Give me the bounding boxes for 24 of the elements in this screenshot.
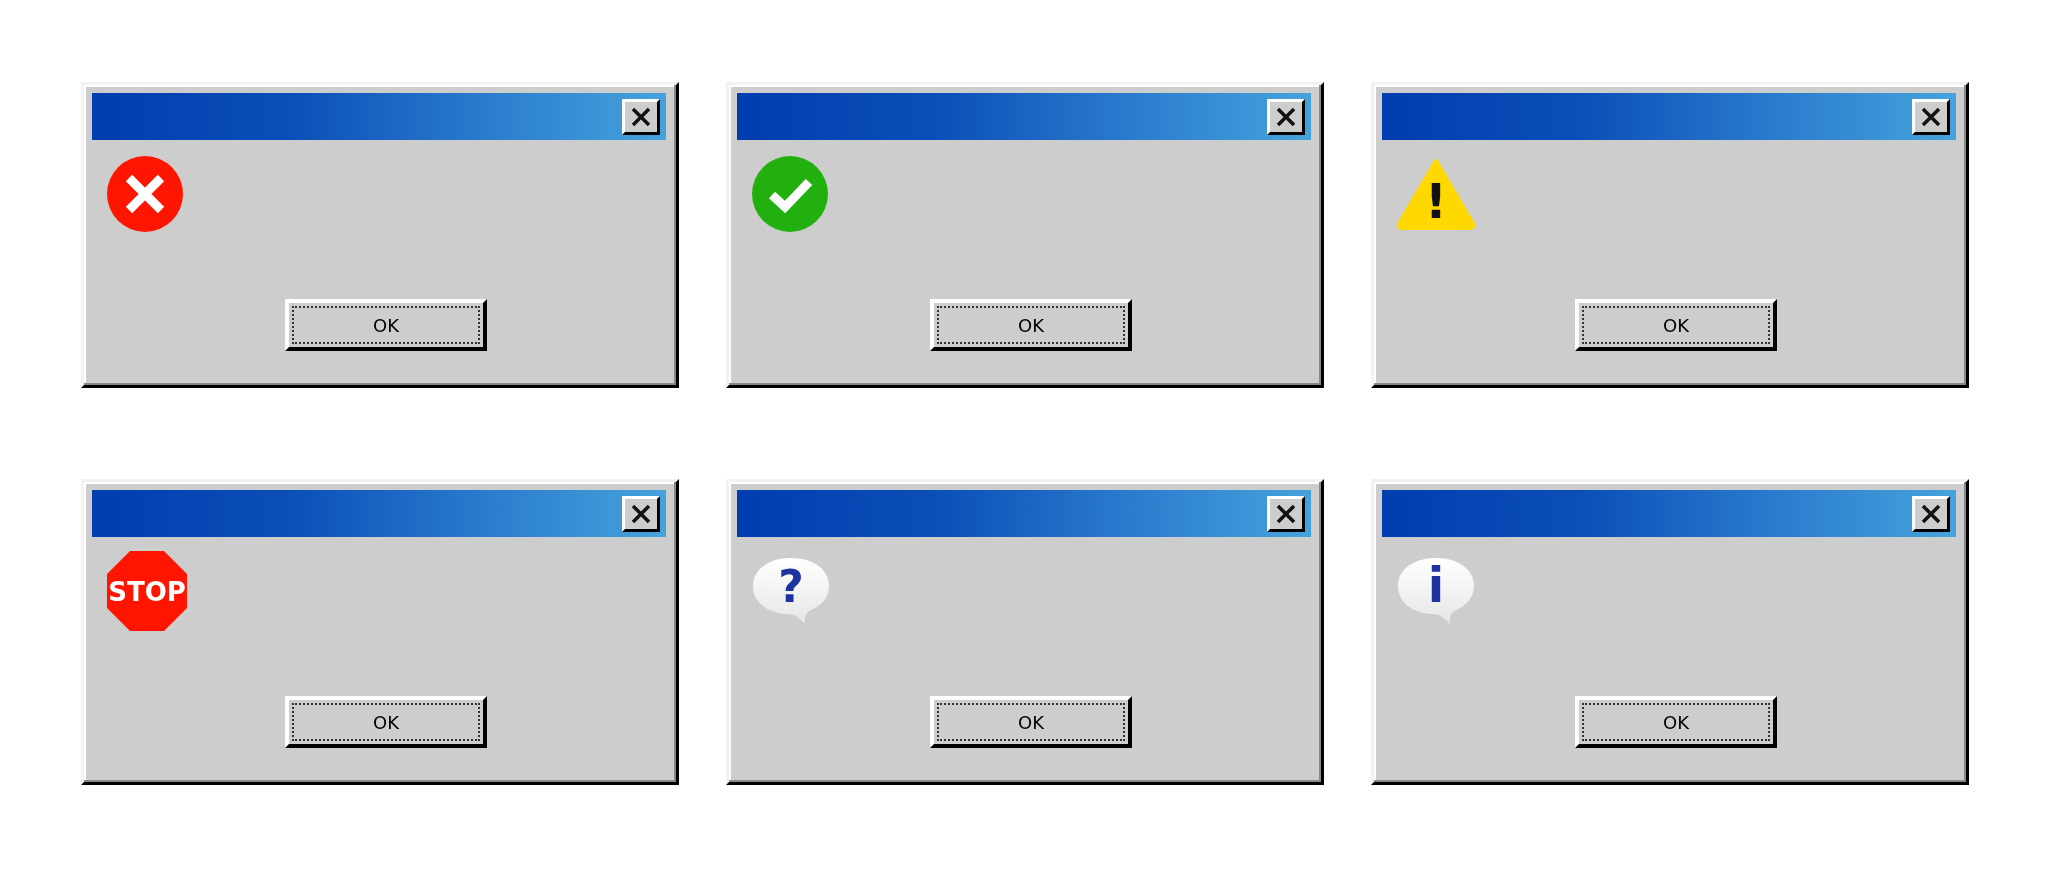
close-icon [631,106,651,127]
close-icon [1921,503,1941,524]
close-button[interactable] [1912,495,1950,532]
ok-button[interactable]: OK [930,299,1132,351]
ok-button[interactable]: OK [930,696,1132,748]
close-icon [1276,503,1296,524]
close-icon [1276,106,1296,127]
ok-button[interactable]: OK [285,299,487,351]
ok-button[interactable]: OK [285,696,487,748]
close-button[interactable] [622,495,660,532]
close-button[interactable] [1267,98,1305,135]
ok-button[interactable]: OK [1575,299,1777,351]
info-bubble-icon: i [1396,556,1476,626]
error-icon [106,155,184,233]
close-icon [1921,106,1941,127]
warning-icon: ! [1396,158,1476,230]
close-icon [631,503,651,524]
checkmark-icon [751,155,829,233]
close-button[interactable] [1912,98,1950,135]
close-button[interactable] [622,98,660,135]
stop-sign-icon: STOP [106,550,188,632]
close-button[interactable] [1267,495,1305,532]
question-bubble-icon: ? [751,556,831,626]
ok-button[interactable]: OK [1575,696,1777,748]
